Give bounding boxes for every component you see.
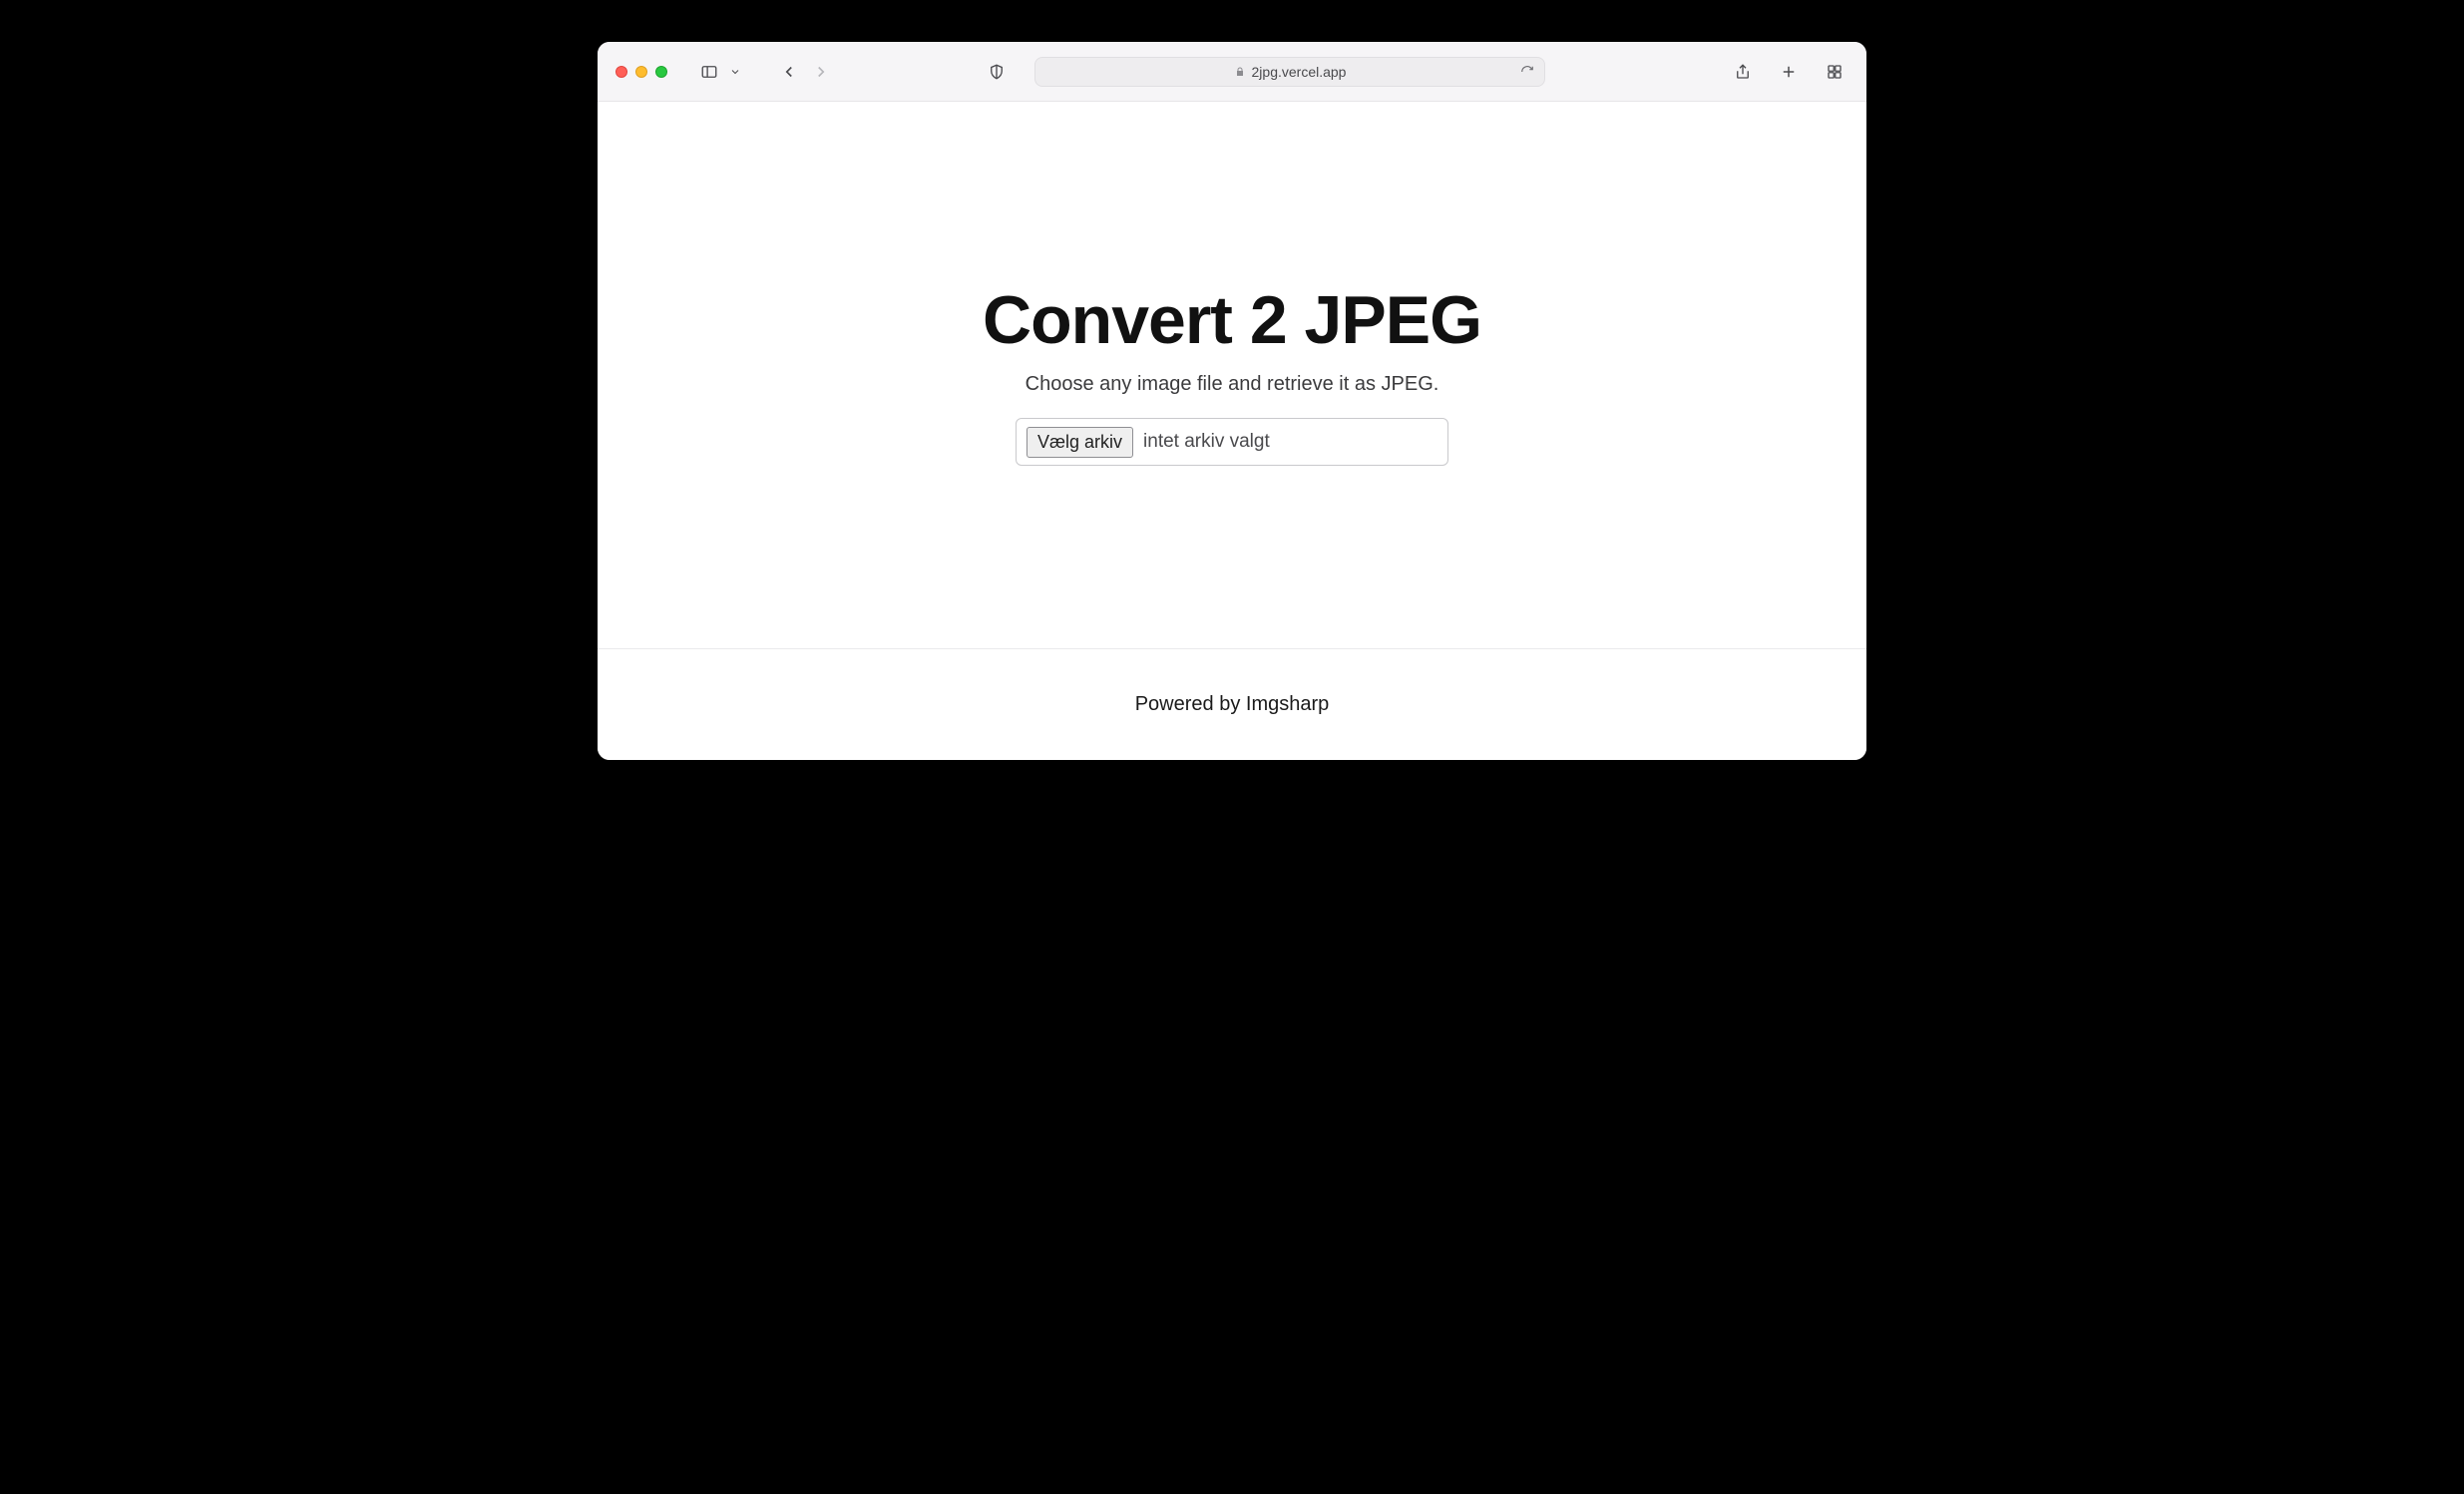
footer-text: Powered by Imgsharp <box>1135 693 1330 716</box>
forward-button[interactable] <box>807 58 835 86</box>
browser-window: 2jpg.vercel.app <box>598 42 1866 760</box>
page-title: Convert 2 JPEG <box>983 281 1481 359</box>
lock-icon <box>1234 66 1246 78</box>
browser-toolbar: 2jpg.vercel.app <box>598 42 1866 102</box>
tab-overview-button[interactable] <box>1821 58 1848 86</box>
address-bar-url: 2jpg.vercel.app <box>1252 64 1347 80</box>
window-maximize-button[interactable] <box>655 66 667 78</box>
page-subtitle: Choose any image file and retrieve it as… <box>1026 373 1439 396</box>
sidebar-toggle-button[interactable] <box>695 58 723 86</box>
address-bar[interactable]: 2jpg.vercel.app <box>1034 57 1545 87</box>
window-minimize-button[interactable] <box>635 66 647 78</box>
new-tab-button[interactable] <box>1775 58 1803 86</box>
share-button[interactable] <box>1729 58 1757 86</box>
choose-file-label: Vælg arkiv <box>1037 432 1122 453</box>
hero-section: Convert 2 JPEG Choose any image file and… <box>598 102 1866 648</box>
choose-file-button[interactable]: Vælg arkiv <box>1027 427 1133 458</box>
back-button[interactable] <box>775 58 803 86</box>
page-footer: Powered by Imgsharp <box>598 648 1866 760</box>
page-content: Convert 2 JPEG Choose any image file and… <box>598 102 1866 760</box>
file-input-status: intet arkiv valgt <box>1143 431 1270 453</box>
file-input[interactable]: Vælg arkiv intet arkiv valgt <box>1016 418 1448 466</box>
chevron-down-icon[interactable] <box>721 58 749 86</box>
reload-icon[interactable] <box>1520 65 1534 79</box>
privacy-shield-icon[interactable] <box>983 58 1011 86</box>
window-controls <box>616 66 667 78</box>
window-close-button[interactable] <box>616 66 627 78</box>
